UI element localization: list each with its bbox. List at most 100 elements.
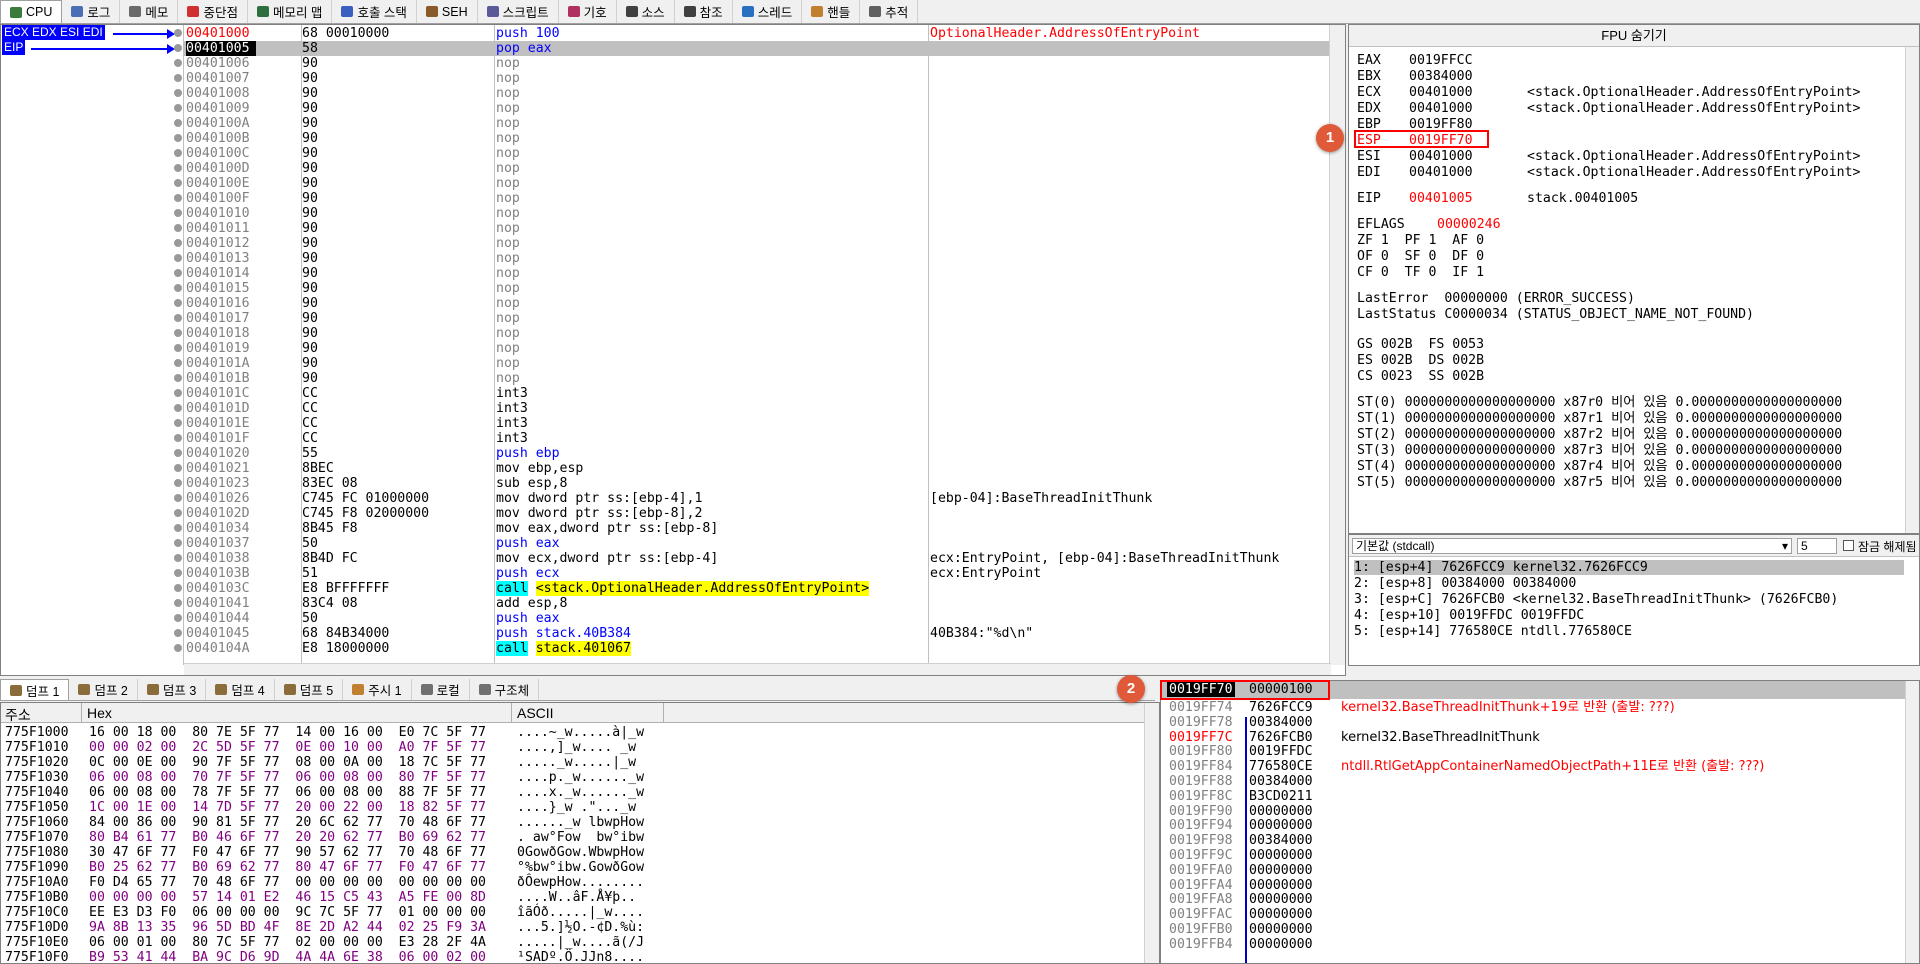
call-argument-row[interactable]: 4: [esp+10] 0019FFDC 0019FFDC — [1354, 608, 1584, 623]
disasm-row[interactable]: 0040101C CC int3 — [184, 386, 1331, 401]
breakpoint-dot-icon[interactable] — [174, 299, 182, 307]
disasm-row[interactable]: 00401014 90 nop — [184, 266, 1331, 281]
breakpoint-dot-icon[interactable] — [174, 374, 182, 382]
disasm-row[interactable]: 0040100F 90 nop — [184, 191, 1331, 206]
dump-row[interactable]: 775F1050 1C 00 1E 00 14 7D 5F 77 20 00 22… — [5, 800, 636, 815]
disasm-row[interactable]: 00401026 C745 FC 01000000 mov dword ptr ss… — [184, 491, 1331, 506]
breakpoint-dot-icon[interactable] — [174, 389, 182, 397]
call-argument-row[interactable]: 2: [esp+8] 00384000 00384000 — [1354, 576, 1576, 591]
dump-row[interactable]: 775F1010 00 00 02 00 2C 5D 5F 77 0E 00 10… — [5, 740, 636, 755]
breakpoint-dot-icon[interactable] — [174, 89, 182, 97]
tab-dump-2[interactable]: 덤프 2 — [69, 679, 138, 700]
stack-row[interactable]: 0019FF90 00000000 — [1169, 804, 1313, 819]
tab-handle[interactable]: 핸들 — [802, 0, 861, 23]
register-eflags[interactable]: EFLAGS 00000246 — [1357, 217, 1501, 233]
dump-row[interactable]: 775F10D0 9A 8B 13 35 96 5D BD 4F 8E 2D A2… — [5, 920, 644, 935]
tab-note[interactable]: 메모 — [120, 0, 179, 23]
disasm-row[interactable]: 00401007 90 nop — [184, 71, 1331, 86]
disasm-row[interactable]: 00401020 55 push ebp — [184, 446, 1331, 461]
disasm-row[interactable]: 0040103B 51 push ecx ecx:EntryPoint — [184, 566, 1331, 581]
dump-row[interactable]: 775F1070 80 B4 61 77 B0 46 6F 77 20 20 62… — [5, 830, 644, 845]
disasm-row[interactable]: 00401045 68 84B34000 push stack.40B384 40B3… — [184, 626, 1331, 641]
dump-row[interactable]: 775F1020 0C 00 0E 00 90 7F 5F 77 08 00 0A… — [5, 755, 636, 770]
tab-trace[interactable]: 추적 — [860, 0, 919, 23]
register-esi[interactable]: ESI 00401000 <stack.OptionalHeader.Address… — [1357, 149, 1860, 165]
disasm-row[interactable]: 00401017 90 nop — [184, 311, 1331, 326]
disasm-row[interactable]: 0040101E CC int3 — [184, 416, 1331, 431]
stack-scrollbar[interactable] — [1905, 681, 1919, 963]
breakpoint-dot-icon[interactable] — [174, 149, 182, 157]
tab-seh[interactable]: SEH — [417, 0, 478, 23]
disasm-row[interactable]: 00401034 8B45 F8 mov eax,dword ptr ss:[ebp… — [184, 521, 1331, 536]
stack-row[interactable]: 0019FFB0 00000000 — [1169, 922, 1313, 937]
breakpoint-dot-icon[interactable] — [174, 239, 182, 247]
call-argument-row[interactable]: 1: [esp+4] 7626FCC9 kernel32.7626FCC9 — [1354, 560, 1904, 575]
disasm-row[interactable]: 0040100E 90 nop — [184, 176, 1331, 191]
stack-row[interactable]: 0019FFA0 00000000 — [1169, 863, 1313, 878]
breakpoint-dot-icon[interactable] — [174, 194, 182, 202]
fpu-toggle-button[interactable]: FPU 숨기기 — [1349, 25, 1919, 47]
tab-thread[interactable]: 스레드 — [733, 0, 803, 23]
breakpoint-dot-icon[interactable] — [174, 449, 182, 457]
disasm-row[interactable]: 0040102D C745 F8 02000000 mov dword ptr ss… — [184, 506, 1331, 521]
stack-row[interactable]: 0019FFA4 00000000 — [1169, 878, 1313, 893]
disasm-vertical-scrollbar[interactable] — [1329, 25, 1345, 665]
disasm-row[interactable]: 00401012 90 nop — [184, 236, 1331, 251]
call-argument-row[interactable]: 5: [esp+14] 776580CE ntdll.776580CE — [1354, 624, 1632, 639]
stack-row[interactable]: 0019FF80 0019FFDC — [1169, 744, 1313, 759]
disasm-row[interactable]: 0040101B 90 nop — [184, 371, 1331, 386]
breakpoint-dot-icon[interactable] — [174, 314, 182, 322]
disasm-row[interactable]: 00401006 90 nop — [184, 56, 1331, 71]
tab-dump-1[interactable]: 덤프 1 — [0, 679, 70, 700]
disasm-row[interactable]: 0040100A 90 nop — [184, 116, 1331, 131]
disasm-row[interactable]: 00401005 58 pop eax — [184, 41, 1331, 56]
disasm-row[interactable]: 00401009 90 nop — [184, 101, 1331, 116]
disasm-row[interactable]: 00401016 90 nop — [184, 296, 1331, 311]
dump-row[interactable]: 775F10F0 B9 53 41 44 BA 9C D6 9D 4A 4A 6E… — [5, 950, 644, 963]
breakpoint-dot-icon[interactable] — [174, 209, 182, 217]
disasm-row[interactable]: 00401013 90 nop — [184, 251, 1331, 266]
register-eax[interactable]: EAX 0019FFCC — [1357, 53, 1473, 69]
disasm-row[interactable]: 0040101F CC int3 — [184, 431, 1331, 446]
disasm-row[interactable]: 0040100D 90 nop — [184, 161, 1331, 176]
disasm-row[interactable]: 00401044 50 push eax — [184, 611, 1331, 626]
call-argument-row[interactable]: 3: [esp+C] 7626FCB0 <kernel32.BaseThread… — [1354, 592, 1838, 607]
tab-dump-5[interactable]: 덤프 5 — [275, 679, 344, 700]
disasm-row[interactable]: 00401010 90 nop — [184, 206, 1331, 221]
dump-row[interactable]: 775F10B0 00 00 00 00 57 14 01 E2 46 15 C5… — [5, 890, 636, 905]
stack-row[interactable]: 0019FF84 776580CE ntdll.RtlGetAppContainer… — [1169, 759, 1764, 774]
tab-script[interactable]: 스크립트 — [478, 0, 559, 23]
stack-row[interactable]: 0019FF94 00000000 — [1169, 818, 1313, 833]
breakpoint-dot-icon[interactable] — [174, 119, 182, 127]
tab-dump-3[interactable]: 덤프 3 — [138, 679, 207, 700]
lock-checkbox[interactable] — [1843, 540, 1854, 551]
breakpoint-dot-icon[interactable] — [174, 539, 182, 547]
register-eip[interactable]: EIP 00401005 stack.00401005 — [1357, 191, 1638, 207]
tab-struct-8[interactable]: 구조체 — [470, 679, 540, 700]
tab-watch-6[interactable]: 주시 1 — [343, 679, 412, 700]
breakpoint-dot-icon[interactable] — [174, 224, 182, 232]
disasm-row[interactable]: 00401019 90 nop — [184, 341, 1331, 356]
breakpoint-dot-icon[interactable] — [174, 509, 182, 517]
disassembly-view[interactable]: ECX EDX ESI EDI EIP 00401000 68 00010000 p… — [0, 24, 1346, 676]
tab-cpu[interactable]: CPU — [0, 0, 63, 23]
stack-row[interactable]: 0019FF78 00384000 — [1169, 715, 1313, 730]
breakpoint-dot-icon[interactable] — [174, 614, 182, 622]
disasm-row[interactable]: 00401000 68 00010000 push 100 OptionalHeade… — [184, 26, 1331, 41]
dump-row[interactable]: 775F1000 16 00 18 00 80 7E 5F 77 14 00 16… — [5, 725, 644, 740]
dump-row[interactable]: 775F1040 06 00 08 00 78 7F 5F 77 06 00 08… — [5, 785, 644, 800]
registers-scrollbar[interactable] — [1905, 47, 1919, 533]
breakpoint-dot-icon[interactable] — [174, 284, 182, 292]
breakpoint-dot-icon[interactable] — [174, 59, 182, 67]
stack-row[interactable]: 0019FF88 00384000 — [1169, 774, 1313, 789]
dump-row[interactable]: 775F10C0 EE E3 D3 F0 06 00 00 00 9C 7C 5F… — [5, 905, 644, 920]
breakpoint-dot-icon[interactable] — [174, 584, 182, 592]
breakpoint-dot-icon[interactable] — [174, 434, 182, 442]
breakpoint-dot-icon[interactable] — [174, 644, 182, 652]
tab-symbol[interactable]: 기호 — [559, 0, 617, 23]
disasm-row[interactable]: 00401038 8B4D FC mov ecx,dword ptr ss:[ebp… — [184, 551, 1331, 566]
dump-row[interactable]: 775F1060 84 00 86 00 90 81 5F 77 20 6C 62… — [5, 815, 644, 830]
tab-source[interactable]: 소스 — [617, 0, 675, 23]
dump-row[interactable]: 775F1090 B0 25 62 77 B0 69 62 77 80 47 6F… — [5, 860, 644, 875]
breakpoint-dot-icon[interactable] — [174, 404, 182, 412]
